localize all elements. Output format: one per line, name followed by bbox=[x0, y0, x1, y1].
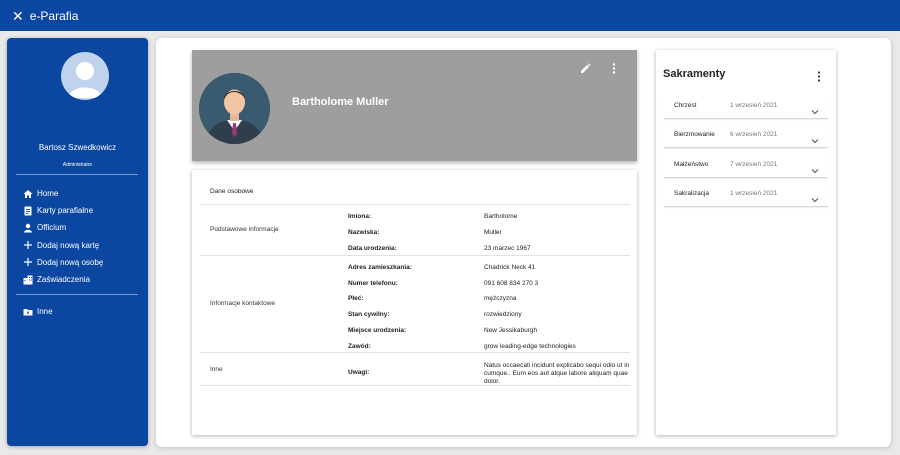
sidebar-item-label: Inne bbox=[37, 307, 53, 317]
detail-value: mężczyzna bbox=[484, 295, 517, 302]
detail-value: Bartholome bbox=[484, 213, 518, 220]
detail-value: Natus occaecati incidunt explicabo sequi… bbox=[484, 362, 630, 385]
group-label-other: Inne bbox=[210, 366, 223, 373]
sidebar-item-dodaj-osobe[interactable]: Dodaj nową osobę bbox=[23, 254, 143, 271]
sacrament-item-bierzmowanie[interactable]: Bierzmowanie 6 wrzesień 2021 bbox=[664, 124, 828, 148]
edit-icon[interactable] bbox=[580, 61, 591, 73]
sacrament-date: 7 wrzesień 2021 bbox=[730, 161, 778, 168]
sidebar-item-inne[interactable]: Inne bbox=[23, 303, 53, 320]
detail-key: Zawód: bbox=[348, 343, 371, 350]
detail-key: Nazwiska: bbox=[348, 229, 380, 236]
sidebar-item-zaswiadczenia[interactable]: Zaświadczenia bbox=[23, 271, 143, 288]
profile-avatar-icon bbox=[199, 73, 270, 144]
chevron-down-icon bbox=[811, 162, 819, 174]
more-vertical-icon[interactable] bbox=[815, 69, 823, 82]
sidebar-item-dodaj-karte[interactable]: Dodaj nową kartę bbox=[23, 237, 143, 254]
section-title: Dane osobowe bbox=[210, 188, 254, 195]
sacrament-item-chrzest[interactable]: Chrzest 1 wrzesień 2021 bbox=[664, 95, 828, 119]
plus-icon bbox=[23, 257, 33, 267]
detail-value: 23 marzec 1967 bbox=[484, 245, 531, 252]
sidebar-item-officium[interactable]: Officium bbox=[23, 219, 143, 236]
sidebar-divider bbox=[16, 174, 138, 175]
detail-value: grow leading-edge technologies bbox=[484, 343, 576, 350]
sidebar-item-label: Karty parafialne bbox=[37, 206, 94, 216]
folder-icon bbox=[23, 307, 33, 317]
sacrament-item-malzenstwo[interactable]: Małżeństwo 7 wrzesień 2021 bbox=[664, 154, 828, 178]
user-role: Administrator bbox=[62, 162, 93, 168]
group-label-contact: Informacje kontaktowe bbox=[210, 300, 276, 307]
sacraments-title: Sakramenty bbox=[663, 68, 726, 80]
sacraments-card: Sakramenty Chrzest 1 wrzesień 2021 Bierz… bbox=[656, 50, 836, 435]
detail-key: Płeć: bbox=[348, 295, 364, 302]
sidebar: Bartosz Szwedkowicz Administrator Home K… bbox=[7, 38, 148, 446]
chevron-down-icon bbox=[811, 103, 819, 115]
sidebar-nav: Home Karty parafialne Officium Dodaj now… bbox=[23, 185, 143, 288]
sidebar-item-label: Officium bbox=[37, 223, 67, 233]
detail-row: Data urodzenia: 23 marzec 1967 bbox=[348, 245, 628, 255]
sidebar-item-label: Dodaj nową kartę bbox=[37, 240, 100, 250]
document-icon bbox=[23, 206, 33, 216]
sidebar-item-label: Home bbox=[37, 189, 59, 199]
sacrament-name: Sakralizacja bbox=[674, 190, 710, 197]
detail-key: Numer telefonu: bbox=[348, 280, 398, 287]
user-name: Bartosz Szwedkowicz bbox=[38, 143, 117, 152]
profile-name: Bartholome Muller bbox=[292, 96, 389, 108]
sidebar-item-home[interactable]: Home bbox=[23, 185, 143, 202]
detail-value: New Jessikaburgh bbox=[484, 327, 538, 334]
top-app-bar: ✕ e-Parafia bbox=[0, 0, 900, 31]
detail-row: Uwagi: Natus occaecati incidunt explicab… bbox=[348, 362, 629, 385]
detail-value: Chadrick Neck 41 bbox=[484, 264, 536, 271]
sidebar-other-section: Inne bbox=[23, 303, 53, 320]
row-divider bbox=[200, 352, 630, 353]
detail-key: Uwagi: bbox=[348, 369, 370, 376]
sacrament-name: Bierzmowanie bbox=[674, 131, 715, 138]
row-divider bbox=[200, 204, 630, 205]
chevron-down-icon bbox=[811, 132, 819, 144]
detail-row: Imiona: Bartholome bbox=[348, 213, 628, 223]
detail-key: Miejsce urodzenia: bbox=[348, 327, 407, 334]
app-title: e-Parafia bbox=[29, 8, 79, 23]
detail-key: Adres zamieszkania: bbox=[348, 264, 412, 271]
detail-row: Numer telefonu: 091 608 834 270 3 bbox=[348, 280, 628, 290]
detail-row: Adres zamieszkania: Chadrick Neck 41 bbox=[348, 264, 628, 274]
building-icon bbox=[23, 275, 33, 285]
sidebar-item-label: Zaświadczenia bbox=[37, 275, 90, 285]
detail-key: Data urodzenia: bbox=[348, 245, 397, 252]
plus-icon bbox=[23, 240, 33, 250]
detail-key: Imiona: bbox=[348, 213, 372, 220]
home-icon bbox=[23, 189, 33, 199]
detail-value: rozwiedziony bbox=[484, 311, 522, 318]
close-icon[interactable]: ✕ bbox=[12, 9, 24, 23]
detail-value: 091 608 834 270 3 bbox=[484, 280, 539, 287]
sacrament-item-sakralizacja[interactable]: Sakralizacja 1 wrzesień 2021 bbox=[664, 183, 828, 207]
more-vertical-icon[interactable] bbox=[610, 61, 618, 74]
group-label-basic: Podstawowe informacje bbox=[210, 226, 279, 233]
detail-value: Muller bbox=[484, 229, 502, 236]
personal-details-card: Dane osobowe Podstawowe informacje Imion… bbox=[192, 170, 637, 435]
sacrament-date: 6 wrzesień 2021 bbox=[730, 131, 778, 138]
row-divider bbox=[200, 255, 630, 256]
row-divider bbox=[200, 385, 630, 386]
sidebar-item-label: Dodaj nową osobę bbox=[37, 257, 104, 267]
sacrament-name: Małżeństwo bbox=[674, 161, 709, 168]
detail-row: Płeć: mężczyzna bbox=[348, 295, 628, 305]
sidebar-divider bbox=[16, 294, 138, 295]
detail-row: Stan cywilny: rozwiedziony bbox=[348, 311, 628, 321]
sacrament-name: Chrzest bbox=[674, 102, 697, 109]
detail-row: Miejsce urodzenia: New Jessikaburgh bbox=[348, 327, 628, 337]
profile-header-card: Bartholome Muller bbox=[192, 50, 637, 161]
sacrament-date: 1 wrzesień 2021 bbox=[730, 102, 778, 109]
person-icon bbox=[23, 223, 33, 233]
user-avatar-icon bbox=[61, 52, 109, 100]
detail-key: Stan cywilny: bbox=[348, 311, 390, 318]
sidebar-item-karty[interactable]: Karty parafialne bbox=[23, 202, 143, 219]
chevron-down-icon bbox=[811, 191, 819, 203]
detail-row: Nazwiska: Muller bbox=[348, 229, 628, 239]
sacrament-date: 1 wrzesień 2021 bbox=[730, 190, 778, 197]
